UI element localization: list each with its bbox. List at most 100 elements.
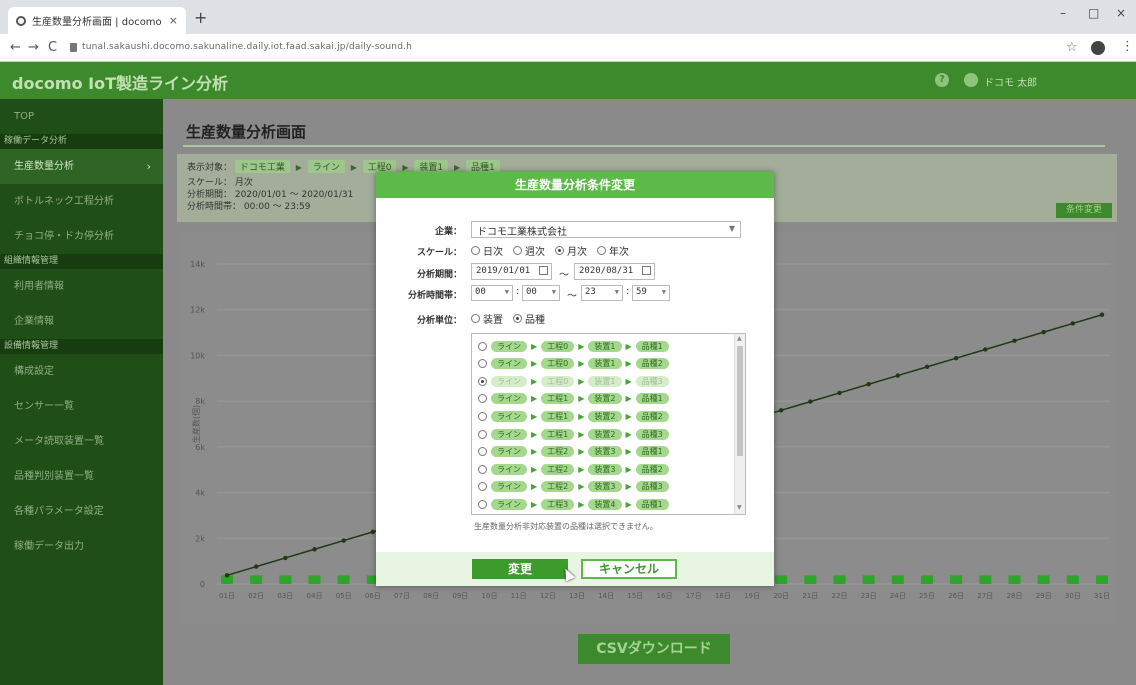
- list-item[interactable]: ライン ▶ 工程2 ▶ 装置3 ▶ 品種1: [472, 444, 734, 460]
- period-from-input[interactable]: 2019/01/01: [471, 263, 552, 280]
- list-item-line: ライン: [491, 481, 527, 493]
- radio-button[interactable]: [478, 411, 487, 421]
- sidebar-item[interactable]: ボトルネック工程分析: [0, 184, 163, 219]
- list-scrollbar[interactable]: ▲ ▼: [734, 334, 745, 514]
- arrow-right-icon: ▶: [578, 359, 585, 369]
- data-point: [895, 373, 901, 378]
- scale-option[interactable]: 月次: [555, 243, 587, 258]
- sidebar-item[interactable]: 利用者情報: [0, 269, 163, 304]
- chevron-down-icon: ▼: [614, 288, 619, 296]
- radio-button[interactable]: [513, 314, 522, 323]
- brand-title[interactable]: docomo IoT製造ライン分析: [12, 70, 228, 94]
- tab-close-button[interactable]: ×: [169, 14, 178, 27]
- minimize-button[interactable]: –: [1060, 6, 1066, 20]
- apply-button[interactable]: 変更: [472, 559, 568, 579]
- list-item[interactable]: ライン ▶ 工程0 ▶ 装置1 ▶ 品種3: [472, 373, 734, 389]
- calendar-icon[interactable]: [539, 266, 548, 275]
- list-item[interactable]: ライン ▶ 工程0 ▶ 装置1 ▶ 品種1: [472, 338, 734, 354]
- user-icon[interactable]: [964, 73, 978, 87]
- bookmark-star-icon[interactable]: ☆: [1066, 40, 1078, 55]
- x-tick-label: 10日: [482, 592, 498, 600]
- radio-button[interactable]: [471, 246, 480, 255]
- reload-button[interactable]: C: [48, 40, 57, 55]
- radio-button[interactable]: [597, 246, 606, 255]
- account-icon[interactable]: [1091, 41, 1105, 55]
- calendar-icon[interactable]: [642, 266, 651, 275]
- company-select[interactable]: ドコモ工業株式会社 ▼: [471, 221, 741, 238]
- radio-button[interactable]: [555, 246, 564, 255]
- sidebar-item[interactable]: 品種判別装置一覧: [0, 459, 163, 494]
- list-item-line: ライン: [491, 375, 527, 387]
- list-item[interactable]: ライン ▶ 工程3 ▶ 装置4 ▶ 品種1: [472, 496, 734, 512]
- sidebar-item[interactable]: 構成設定: [0, 354, 163, 389]
- sidebar-item[interactable]: チョコ停・ドカ停分析: [0, 219, 163, 254]
- list-item[interactable]: ライン ▶ 工程1 ▶ 装置2 ▶ 品種1: [472, 391, 734, 407]
- sidebar-item[interactable]: 生産数量分析 ›: [0, 149, 163, 184]
- list-item-device: 装置4: [588, 498, 622, 510]
- x-tick-label: 29日: [1036, 592, 1052, 600]
- sidebar-item[interactable]: 稼働データ出力: [0, 529, 163, 564]
- radio-button[interactable]: [478, 341, 487, 351]
- sidebar-item[interactable]: メータ読取装置一覧: [0, 424, 163, 459]
- radio-button[interactable]: [478, 429, 487, 439]
- list-item[interactable]: ライン ▶ 工程1 ▶ 装置2 ▶ 品種3: [472, 426, 734, 442]
- time-to-hour-select[interactable]: 23 ▼: [581, 285, 623, 301]
- radio-button[interactable]: [513, 246, 522, 255]
- x-tick-label: 20日: [773, 592, 789, 600]
- modal-footer: 変更 キャンセル: [376, 552, 774, 586]
- bar: [1096, 575, 1108, 584]
- radio-button[interactable]: [478, 376, 487, 386]
- maximize-button[interactable]: □: [1088, 6, 1099, 20]
- sidebar-item[interactable]: TOP: [0, 99, 163, 134]
- data-point: [924, 364, 930, 370]
- back-button[interactable]: ←: [10, 40, 21, 55]
- change-conditions-button[interactable]: 条件変更: [1056, 203, 1112, 218]
- target-label: 表示対象：: [187, 163, 233, 173]
- scale-option[interactable]: 日次: [471, 243, 503, 258]
- sidebar-item-label: 設備情報管理: [4, 341, 59, 351]
- unit-option[interactable]: 品種: [513, 311, 545, 326]
- browser-menu-icon[interactable]: ⋮: [1121, 39, 1134, 54]
- sidebar-item[interactable]: 各種パラメータ設定: [0, 494, 163, 529]
- scale-option[interactable]: 年次: [597, 243, 629, 258]
- time-to-minute-select[interactable]: 59 ▼: [632, 285, 670, 301]
- scale-option[interactable]: 週次: [513, 243, 545, 258]
- browser-tab[interactable]: 生産数量分析画面 | docomo IoT ×: [8, 7, 186, 34]
- radio-button[interactable]: [478, 394, 487, 404]
- list-item[interactable]: ライン ▶ 工程0 ▶ 装置1 ▶ 品種2: [472, 356, 734, 372]
- url-field[interactable]: tunal.sakaushi.docomo.sakunaline.daily.i…: [82, 42, 412, 52]
- list-item-device: 装置2: [588, 410, 622, 422]
- unit-option[interactable]: 装置: [471, 311, 503, 326]
- cancel-button[interactable]: キャンセル: [581, 559, 677, 579]
- period-to-input[interactable]: 2020/08/31: [574, 263, 655, 280]
- radio-button[interactable]: [471, 314, 480, 323]
- radio-button[interactable]: [478, 359, 487, 369]
- list-item[interactable]: ライン ▶ 工程2 ▶ 装置3 ▶ 品種2: [472, 461, 734, 477]
- x-tick-label: 11日: [511, 592, 527, 600]
- radio-button[interactable]: [478, 447, 487, 457]
- scroll-thumb[interactable]: [737, 346, 743, 456]
- sidebar-item[interactable]: センサー一覧: [0, 389, 163, 424]
- arrow-right-icon: ▶: [402, 163, 409, 172]
- close-window-button[interactable]: ×: [1116, 6, 1126, 20]
- scroll-up-icon[interactable]: ▲: [737, 335, 742, 342]
- x-tick-label: 27日: [977, 592, 993, 600]
- radio-button[interactable]: [478, 482, 487, 492]
- list-item[interactable]: ライン ▶ 工程1 ▶ 装置2 ▶ 品種2: [472, 408, 734, 424]
- csv-download-button[interactable]: CSVダウンロード: [578, 634, 730, 664]
- product-list[interactable]: ライン ▶ 工程0 ▶ 装置1 ▶ 品種1 ライン ▶ 工程0 ▶ 装置1 ▶ 品種2 ライン ▶ 工程0 ▶ 装置…: [471, 333, 746, 515]
- radio-button[interactable]: [478, 464, 487, 474]
- time-from-hour-select[interactable]: 00 ▼: [471, 285, 513, 301]
- help-icon[interactable]: ?: [935, 73, 949, 87]
- time-label: 分析時間帯：: [187, 202, 242, 212]
- list-item[interactable]: ライン ▶ 工程2 ▶ 装置3 ▶ 品種3: [472, 479, 734, 495]
- user-name[interactable]: ドコモ 太郎: [984, 74, 1037, 89]
- time-from-minute-select[interactable]: 00 ▼: [522, 285, 560, 301]
- scroll-down-icon[interactable]: ▼: [737, 504, 742, 511]
- forward-button[interactable]: →: [28, 40, 39, 55]
- sidebar-item[interactable]: 企業情報: [0, 304, 163, 339]
- time-value: 00:00 ～ 23:59: [243, 202, 311, 212]
- radio-button[interactable]: [478, 499, 487, 509]
- new-tab-button[interactable]: +: [194, 8, 207, 27]
- list-item-device: 装置3: [588, 481, 622, 493]
